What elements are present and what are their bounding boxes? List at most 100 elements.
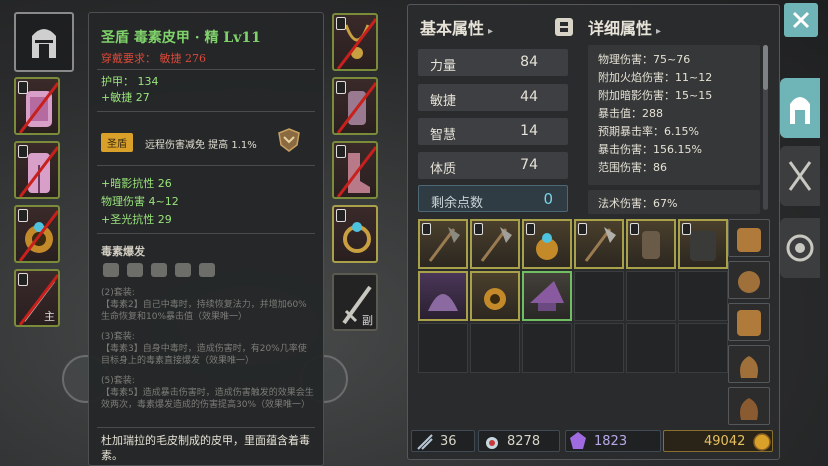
equip-slot-necklace[interactable]	[332, 13, 378, 71]
inventory-slot[interactable]	[574, 219, 624, 269]
set-belt-icon	[151, 263, 167, 277]
detail-line: 附加火焰伤害：11~12	[598, 71, 713, 84]
equip-slot-boots[interactable]	[332, 141, 378, 199]
attribute-value: 14	[520, 123, 538, 139]
dropdown-arrow-icon: ▸	[488, 26, 494, 37]
dropdown-arrow-icon: ▸	[656, 26, 662, 37]
amulet-icon	[484, 288, 506, 310]
inventory-slot-empty[interactable]	[574, 271, 624, 321]
link-icon	[18, 81, 28, 94]
tab-skills[interactable]	[780, 146, 820, 206]
detail-line: 物理伤害：75~76	[598, 53, 691, 66]
link-icon	[18, 209, 28, 222]
set-helmet-icon	[103, 263, 119, 277]
equip-slot-chest[interactable]	[14, 77, 60, 135]
inventory-slot[interactable]	[522, 271, 572, 321]
equip-slot-legs[interactable]	[14, 141, 60, 199]
equip-slot-offhand[interactable]: 副	[332, 273, 378, 331]
bag-slot[interactable]	[728, 345, 770, 383]
inventory-slot-empty[interactable]	[522, 323, 572, 373]
inventory-slot[interactable]	[418, 271, 468, 321]
detail-line: 预期暴击率：6.15%	[598, 125, 699, 138]
rune-bonus: 远程伤害减免 提高 1.1%	[145, 140, 257, 151]
link-icon	[336, 17, 346, 30]
remaining-points-label: 剩余点数	[431, 196, 484, 211]
arrows-icon	[417, 434, 433, 450]
bag-slot[interactable]	[728, 303, 770, 341]
offhand-label: 副	[362, 314, 373, 327]
inventory-slot[interactable]	[626, 219, 676, 269]
item-tooltip: 圣盾 毒素皮甲 · 精 Lv11 穿戴要求： 敏捷 276 护甲： 134 +敏…	[88, 12, 324, 466]
bag-slot[interactable]	[728, 219, 770, 257]
detail-stats-list[interactable]: 物理伤害：75~76 附加火焰伤害：11~12 附加暗影伤害：15~15 暴击值…	[588, 45, 760, 185]
link-icon	[18, 273, 28, 286]
hood-icon	[428, 294, 458, 311]
inventory-slot[interactable]	[522, 219, 572, 269]
set-title: 毒素爆发	[101, 245, 145, 258]
attribute-row-agility: 敏捷 44	[418, 84, 568, 111]
helmet-toggle-button[interactable]	[14, 12, 74, 72]
backpack-icon	[737, 228, 761, 252]
set-armor-icon	[127, 263, 143, 277]
link-icon	[336, 209, 346, 222]
inventory-slot-empty[interactable]	[678, 271, 728, 321]
helmet-icon	[32, 29, 56, 58]
item-stat: +暗影抗性 26	[101, 177, 172, 190]
attribute-label: 力量	[430, 59, 457, 74]
bag-slot[interactable]	[728, 261, 770, 299]
potion-count-value: 8278	[507, 434, 541, 449]
inventory-slot-empty[interactable]	[574, 323, 624, 373]
set-bonus-2-text: 【毒素2】自己中毒时，持续恢复法力，并增加60%生命恢复和10%暴击值（效果唯一…	[101, 300, 307, 322]
basic-attributes-header[interactable]: 基本属性 ▸	[420, 15, 493, 39]
inventory-slot[interactable]	[418, 219, 468, 269]
divider	[97, 165, 315, 166]
magic-damage-row: 法术伤害：67%	[588, 190, 760, 214]
equip-slot-main-weapon[interactable]: 主	[14, 269, 60, 327]
item-stat: 物理伤害 4~12	[101, 195, 179, 208]
inventory-slot[interactable]	[470, 271, 520, 321]
link-icon	[526, 223, 535, 235]
remaining-points-value: 0	[543, 190, 553, 208]
tab-settings[interactable]	[780, 218, 820, 278]
set-boots-icon	[199, 263, 215, 277]
info-icon[interactable]	[554, 17, 574, 37]
detail-scrollbar-thumb[interactable]	[763, 45, 768, 90]
crossed-swords-icon	[788, 161, 812, 191]
item-stat: +圣光抗性 29	[101, 213, 172, 226]
shield-icon	[278, 128, 300, 152]
link-icon	[422, 223, 431, 235]
link-icon	[18, 145, 28, 158]
attribute-value: 74	[520, 157, 538, 173]
close-button[interactable]	[784, 3, 818, 37]
attribute-label: 智慧	[430, 128, 457, 143]
equip-slot-ring[interactable]	[14, 205, 60, 263]
divider	[97, 69, 315, 70]
inventory-slot-empty[interactable]	[626, 271, 676, 321]
detail-line: 暴击值：288	[598, 107, 663, 120]
equip-slot-ring-2[interactable]	[332, 205, 378, 263]
inventory-slot-empty[interactable]	[470, 323, 520, 373]
item-armor: 护甲： 134	[101, 75, 159, 88]
detail-header-label: 详细属性	[588, 19, 653, 38]
tab-equipment[interactable]	[780, 78, 820, 138]
arrow-count-value: 36	[440, 434, 457, 449]
item-agility: +敏捷 27	[101, 91, 150, 104]
link-icon	[336, 81, 346, 94]
bag-slot[interactable]	[728, 387, 770, 425]
set-bonus-2-head: (2)套装:	[101, 288, 135, 298]
link-icon	[336, 145, 346, 158]
rune-badge: 圣盾	[101, 133, 133, 152]
attribute-label: 敏捷	[430, 94, 457, 109]
equip-slot-gloves[interactable]	[332, 77, 378, 135]
inventory-slot-empty[interactable]	[418, 323, 468, 373]
detail-attributes-header[interactable]: 详细属性 ▸	[588, 15, 661, 39]
inventory-slot[interactable]	[678, 219, 728, 269]
inventory-slot-empty[interactable]	[678, 323, 728, 373]
attribute-label: 体质	[430, 162, 457, 177]
link-icon	[630, 223, 639, 235]
inventory-slot-empty[interactable]	[626, 323, 676, 373]
detail-line: 范围伤害：86	[598, 161, 667, 174]
set-bonus-3-text: 【毒素3】自身中毒时，造成伤害时，有20%几率使目标身上的毒素直接爆发（效果唯一…	[101, 344, 307, 366]
inventory-slot[interactable]	[470, 219, 520, 269]
gem-icon	[570, 432, 586, 449]
